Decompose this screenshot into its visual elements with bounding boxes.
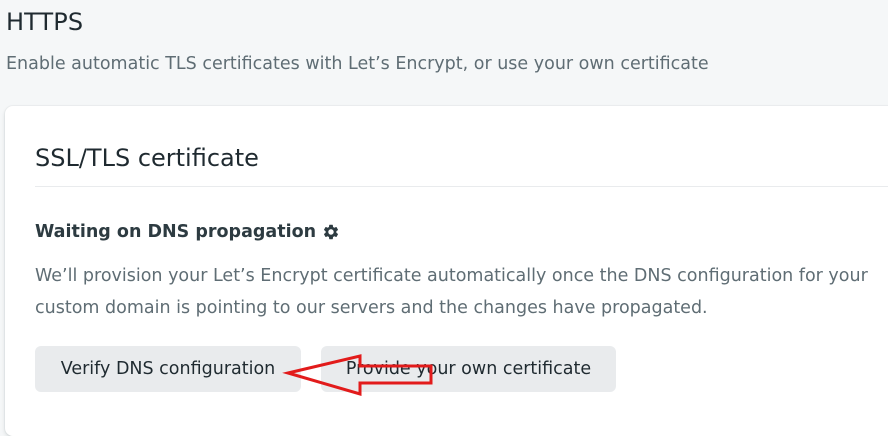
provide-certificate-button[interactable]: Provide your own certificate — [321, 346, 616, 392]
status-row: Waiting on DNS propagation — [35, 222, 340, 242]
card-divider — [35, 186, 888, 187]
status-description: We’ll provision your Let’s Encrypt certi… — [35, 266, 868, 318]
card-title: SSL/TLS certificate — [35, 144, 259, 172]
section-title: HTTPS — [6, 8, 84, 36]
ssl-tls-card: SSL/TLS certificate Waiting on DNS propa… — [5, 106, 888, 436]
section-description: Enable automatic TLS certificates with L… — [6, 54, 709, 74]
verify-dns-button[interactable]: Verify DNS configuration — [35, 346, 301, 392]
gear-icon — [324, 224, 339, 240]
status-title: Waiting on DNS propagation — [35, 222, 317, 242]
